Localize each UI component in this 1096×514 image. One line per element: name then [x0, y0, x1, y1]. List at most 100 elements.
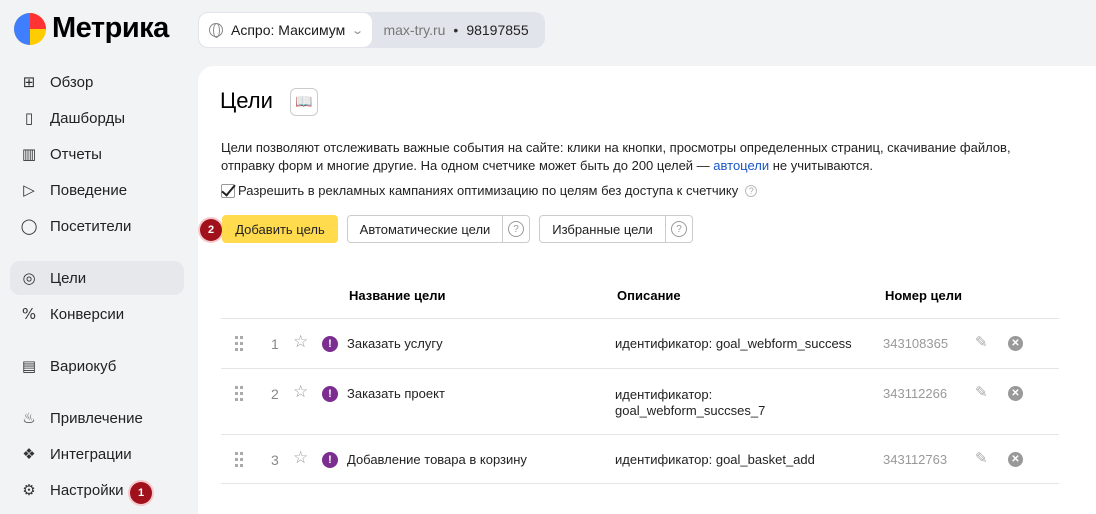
favorite-goals-button[interactable]: Избранные цели	[539, 215, 666, 243]
star-icon[interactable]: ☆	[293, 448, 308, 468]
question-icon: ?	[508, 221, 524, 237]
counter-select[interactable]: Аспро: Максимум ⌄	[198, 12, 374, 48]
sidebar-item-label: Привлечение	[50, 409, 143, 427]
help-book-button[interactable]: 📖	[290, 88, 318, 116]
goals-description: Цели позволяют отслеживать важные событи…	[221, 139, 1041, 175]
auto-goals-help-button[interactable]: ?	[502, 215, 530, 243]
book-icon: 📖	[295, 94, 313, 110]
star-icon[interactable]: ☆	[293, 332, 308, 352]
sidebar-item-integrations[interactable]: ❖ Интеграции	[10, 437, 184, 471]
table-row[interactable]: 1 ☆ ! Заказать услугу идентификатор: goa…	[221, 318, 1059, 368]
ad-optimization-option: Разрешить в рекламных кампаниях оптимиза…	[221, 183, 758, 198]
column-header-number: Номер цели	[885, 288, 963, 303]
description-text-1: Цели позволяют отслеживать важные событи…	[221, 140, 1011, 155]
sidebar-item-label: Цели	[50, 269, 87, 287]
pencil-icon[interactable]: ✎	[975, 333, 988, 351]
question-icon: ?	[671, 221, 687, 237]
globe-icon	[209, 23, 223, 38]
percent-icon: %	[21, 305, 37, 323]
sidebar-item-label: Вариокуб	[50, 357, 117, 375]
play-icon: ▷	[23, 181, 35, 199]
sidebar-item-label: Конверсии	[50, 305, 125, 323]
variocube-icon: ▤	[21, 357, 37, 375]
settings-step-badge: 1	[130, 482, 152, 504]
user-icon: ◯	[20, 217, 38, 235]
goal-name[interactable]: Заказать услугу	[347, 336, 443, 352]
chevron-down-icon: ⌄	[351, 24, 365, 37]
target-icon: ◎	[22, 269, 36, 287]
counter-id: 98197855	[466, 22, 529, 38]
sidebar-item-label: Отчеты	[50, 145, 102, 163]
star-icon[interactable]: ☆	[293, 382, 308, 402]
sidebar-item-acquisition[interactable]: ♨ Привлечение	[10, 401, 184, 435]
sidebar-item-overview[interactable]: ⊞ Обзор	[10, 65, 184, 99]
main-panel: Цели 📖 Цели позволяют отслеживать важные…	[198, 66, 1096, 514]
drag-handle-icon[interactable]	[235, 386, 245, 402]
puzzle-icon: ❖	[22, 445, 36, 463]
description-text-3: не учитываются.	[769, 158, 874, 173]
description-text-2: отправку форм и многие другие. На одном …	[221, 158, 714, 173]
warning-icon[interactable]: !	[322, 386, 338, 402]
goal-description: идентификатор:	[615, 387, 713, 402]
autogoals-link[interactable]: автоцели	[713, 158, 769, 173]
sidebar-item-settings[interactable]: ⚙ Настройки	[10, 473, 184, 507]
logo-text: Метрика	[52, 12, 169, 44]
delete-icon[interactable]: ✕	[1008, 452, 1023, 467]
reports-icon: ▥	[21, 145, 37, 163]
sidebar-item-variocube[interactable]: ▤ Вариокуб	[10, 349, 184, 383]
gear-icon: ⚙	[22, 481, 36, 499]
ad-optimization-checkbox[interactable]	[221, 183, 235, 198]
sidebar-item-label: Дашборды	[50, 109, 125, 127]
pencil-icon[interactable]: ✎	[975, 449, 988, 467]
metrika-logo-icon	[14, 12, 46, 45]
column-header-description: Описание	[617, 288, 681, 303]
warning-icon[interactable]: !	[322, 452, 338, 468]
delete-icon[interactable]: ✕	[1008, 336, 1023, 351]
sidebar-item-label: Обзор	[50, 73, 94, 91]
flame-icon: ♨	[22, 409, 36, 427]
goal-name[interactable]: Заказать проект	[347, 386, 445, 402]
sidebar-item-goals[interactable]: ◎ Цели	[10, 261, 184, 295]
grid-icon: ⊞	[22, 73, 36, 91]
column-header-name: Название цели	[349, 288, 446, 303]
delete-icon[interactable]: ✕	[1008, 386, 1023, 401]
drag-handle-icon[interactable]	[235, 336, 245, 352]
sidebar-item-label: Поведение	[50, 181, 128, 199]
sidebar-item-label: Интеграции	[50, 445, 132, 463]
goal-description: идентификатор: goal_webform_success	[615, 336, 852, 351]
goal-name[interactable]: Добавление товара в корзину	[347, 452, 527, 468]
goal-id: 343112266	[883, 386, 948, 401]
ad-optimization-label: Разрешить в рекламных кампаниях оптимиза…	[238, 183, 739, 198]
counter-pill: Аспро: Максимум ⌄ max-try.ru • 98197855	[198, 12, 545, 48]
metrika-logo[interactable]: Метрика	[14, 12, 169, 45]
sidebar-item-label: Настройки	[50, 481, 124, 499]
sidebar-item-conversions[interactable]: % Конверсии	[10, 297, 184, 331]
question-icon[interactable]: ?	[745, 184, 758, 197]
goal-description: идентификатор: goal_basket_add	[615, 452, 815, 467]
warning-icon[interactable]: !	[322, 336, 338, 352]
favorite-goals-help-button[interactable]: ?	[665, 215, 693, 243]
row-index: 3	[271, 452, 279, 468]
counter-separator: •	[453, 22, 459, 38]
pencil-icon[interactable]: ✎	[975, 383, 988, 401]
table-bottom-divider	[221, 483, 1059, 484]
counter-name: Аспро: Максимум	[231, 22, 346, 38]
row-index: 2	[271, 386, 279, 402]
sidebar-item-dashboards[interactable]: ▯ Дашборды	[10, 101, 184, 135]
dashboard-icon: ▯	[24, 109, 34, 127]
counter-meta: max-try.ru • 98197855	[373, 22, 544, 38]
sidebar-item-visitors[interactable]: ◯ Посетители	[10, 209, 184, 243]
sidebar-item-label: Посетители	[50, 217, 132, 235]
sidebar-item-behavior[interactable]: ▷ Поведение	[10, 173, 184, 207]
goal-description-line2: goal_webform_succses_7	[615, 403, 766, 418]
drag-handle-icon[interactable]	[235, 452, 245, 468]
auto-goals-button[interactable]: Автоматические цели	[347, 215, 503, 243]
sidebar-item-reports[interactable]: ▥ Отчеты	[10, 137, 184, 171]
counter-site: max-try.ru	[383, 22, 446, 38]
goal-id: 343108365	[883, 336, 949, 351]
add-step-badge: 2	[200, 219, 222, 241]
table-row[interactable]: 2 ☆ ! Заказать проект идентификатор: goa…	[221, 368, 1059, 434]
goal-id: 343112763	[883, 452, 948, 467]
table-row[interactable]: 3 ☆ ! Добавление товара в корзину иденти…	[221, 434, 1059, 484]
add-goal-button[interactable]: Добавить цель	[222, 215, 338, 243]
